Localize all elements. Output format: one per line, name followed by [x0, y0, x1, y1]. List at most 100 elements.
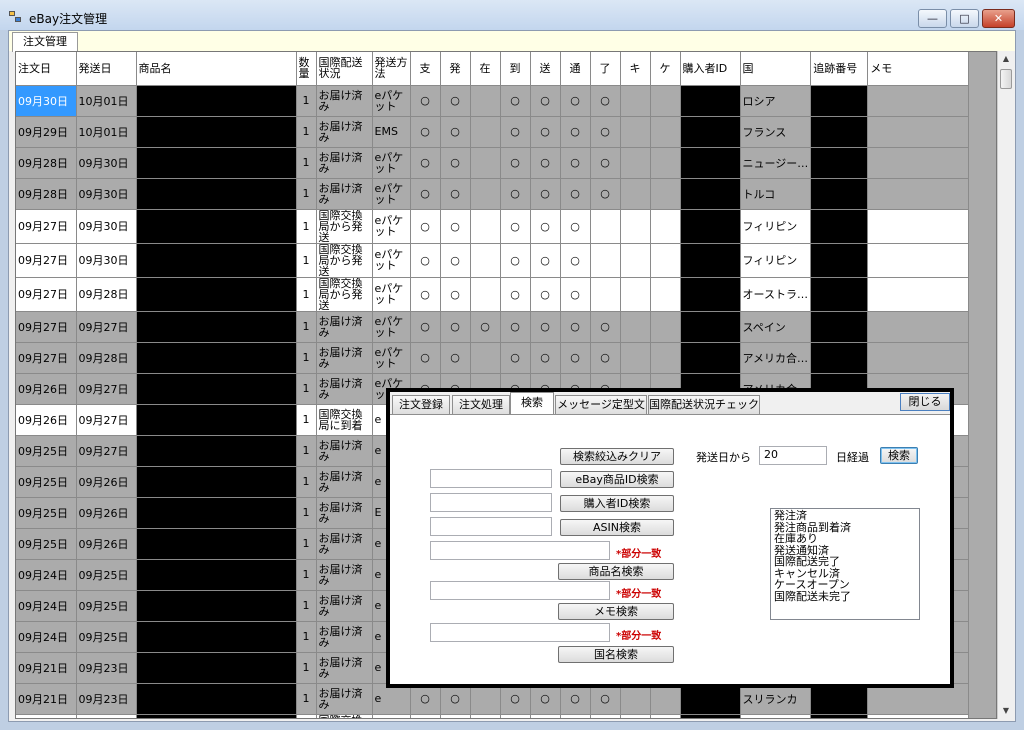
buyer-id-cell[interactable] [680, 85, 741, 117]
status-flag-cell[interactable]: ○ [500, 243, 531, 278]
country-cell[interactable]: ニュージー… [740, 147, 812, 179]
item-name-cell[interactable] [136, 714, 297, 718]
item-name-cell[interactable] [136, 528, 297, 560]
ship-date-cell[interactable]: 09月23日 [76, 683, 137, 715]
status-flag-cell[interactable] [590, 277, 621, 312]
item-name-cell[interactable] [136, 435, 297, 467]
quantity-cell[interactable]: 1 [296, 559, 317, 591]
order-date-cell[interactable]: 09月27日 [16, 342, 77, 374]
shipping-status-cell[interactable]: 国際交換局から発送 [316, 277, 373, 312]
shipping-status-cell[interactable]: お届け済み [316, 621, 373, 653]
item-name-cell[interactable] [136, 652, 297, 684]
item-name-cell[interactable] [136, 277, 297, 312]
quantity-cell[interactable]: 1 [296, 683, 317, 715]
status-flag-cell[interactable] [620, 85, 651, 117]
ship-date-cell[interactable]: 09月23日 [76, 714, 137, 718]
status-flag-cell[interactable] [650, 147, 681, 179]
country-cell[interactable]: アメリカ合… [740, 714, 812, 718]
status-flag-cell[interactable]: ○ [560, 243, 591, 278]
memo-cell[interactable] [867, 714, 970, 718]
status-list-item[interactable]: 国際配送未完了 [774, 590, 916, 603]
order-date-cell[interactable]: 09月21日 [16, 683, 77, 715]
shipping-status-cell[interactable]: お届け済み [316, 342, 373, 374]
order-date-cell[interactable]: 09月30日 [16, 85, 77, 117]
quantity-cell[interactable]: 1 [296, 621, 317, 653]
item-name-input[interactable] [430, 541, 610, 560]
column-header[interactable]: 了 [590, 52, 621, 86]
shipping-method-cell[interactable]: EMS [372, 116, 411, 148]
order-date-cell[interactable]: 09月24日 [16, 621, 77, 653]
quantity-cell[interactable]: 1 [296, 85, 317, 117]
status-list-item[interactable]: ケースオープン [774, 579, 916, 591]
shipping-status-cell[interactable]: お届け済み [316, 528, 373, 560]
order-date-cell[interactable]: 09月26日 [16, 373, 77, 405]
ship-date-cell[interactable]: 10月01日 [76, 116, 137, 148]
status-listbox[interactable]: 発注済 発注商品到着済 在庫あり 発送通知済 国際配送完了 キャンセル済 ケースオープン 国際… [770, 508, 920, 620]
quantity-cell[interactable]: 1 [296, 277, 317, 312]
status-flag-cell[interactable]: ○ [440, 209, 471, 244]
status-flag-cell[interactable] [470, 116, 501, 148]
scroll-up-icon[interactable]: ▲ [998, 51, 1014, 67]
ship-date-cell[interactable]: 09月26日 [76, 466, 137, 498]
status-flag-cell[interactable]: ○ [440, 342, 471, 374]
buyer-id-cell[interactable] [680, 116, 741, 148]
order-date-cell[interactable]: 09月26日 [16, 404, 77, 436]
status-flag-cell[interactable] [590, 243, 621, 278]
ship-date-cell[interactable]: 10月01日 [76, 85, 137, 117]
shipping-status-cell[interactable]: お届け済み [316, 652, 373, 684]
order-date-cell[interactable]: 09月28日 [16, 147, 77, 179]
status-flag-cell[interactable]: ○ [560, 116, 591, 148]
memo-cell[interactable] [867, 147, 970, 179]
status-flag-cell[interactable]: ○ [500, 116, 531, 148]
status-flag-cell[interactable] [620, 178, 651, 210]
status-flag-cell[interactable]: ○ [590, 311, 621, 343]
status-flag-cell[interactable]: ○ [530, 311, 561, 343]
item-name-cell[interactable] [136, 147, 297, 179]
grid-vertical-scrollbar[interactable]: ▲ ▼ [997, 51, 1013, 719]
shipping-status-cell[interactable]: お届け済み [316, 590, 373, 622]
ebay-item-id-input[interactable] [430, 469, 552, 488]
buyer-id-cell[interactable] [680, 209, 741, 244]
status-flag-cell[interactable]: ○ [560, 311, 591, 343]
status-flag-cell[interactable]: ○ [410, 311, 441, 343]
tab-order-management[interactable]: 注文管理 [12, 32, 78, 52]
status-flag-cell[interactable]: ○ [590, 85, 621, 117]
status-flag-cell[interactable] [410, 714, 441, 718]
status-flag-cell[interactable]: ○ [530, 209, 561, 244]
status-flag-cell[interactable] [470, 147, 501, 179]
status-flag-cell[interactable] [620, 209, 651, 244]
status-flag-cell[interactable] [620, 714, 651, 718]
shipping-status-cell[interactable]: お届け済み [316, 435, 373, 467]
status-flag-cell[interactable]: ○ [560, 342, 591, 374]
quantity-cell[interactable]: 1 [296, 178, 317, 210]
status-flag-cell[interactable]: ○ [440, 311, 471, 343]
column-header[interactable]: キ [620, 52, 651, 86]
country-cell[interactable]: トルコ [740, 178, 812, 210]
quantity-cell[interactable]: 1 [296, 404, 317, 436]
maximize-button[interactable]: □ [950, 9, 979, 28]
status-flag-cell[interactable]: ○ [560, 178, 591, 210]
status-flag-cell[interactable] [500, 714, 531, 718]
ebay-item-id-search-button[interactable]: eBay商品ID検索 [560, 471, 674, 488]
quantity-cell[interactable]: 1 [296, 466, 317, 498]
status-flag-cell[interactable] [470, 178, 501, 210]
status-flag-cell[interactable] [530, 714, 561, 718]
status-flag-cell[interactable]: ○ [440, 85, 471, 117]
close-dialog-button[interactable]: 閉じる [900, 393, 950, 411]
tracking-number-cell[interactable] [810, 178, 869, 210]
status-flag-cell[interactable]: ○ [500, 147, 531, 179]
item-name-cell[interactable] [136, 559, 297, 591]
item-name-cell[interactable] [136, 116, 297, 148]
item-name-cell[interactable] [136, 243, 297, 278]
column-header[interactable]: 注文日 [16, 52, 77, 86]
status-flag-cell[interactable]: ○ [440, 178, 471, 210]
memo-cell[interactable] [867, 178, 970, 210]
item-name-cell[interactable] [136, 342, 297, 374]
shipping-status-cell[interactable]: お届け済み [316, 178, 373, 210]
tracking-number-cell[interactable] [810, 714, 869, 718]
tab-shipping-status-check[interactable]: 国際配送状況チェック [648, 395, 760, 414]
shipping-status-cell[interactable]: お届け済み [316, 116, 373, 148]
table-row[interactable]: 09月27日 09月30日 1 国際交換局から発送 eパケット ○ ○ ○ ○ ○ フィリピン [16, 209, 970, 244]
country-cell[interactable]: フィリピン [740, 209, 812, 244]
buyer-id-cell[interactable] [680, 342, 741, 374]
